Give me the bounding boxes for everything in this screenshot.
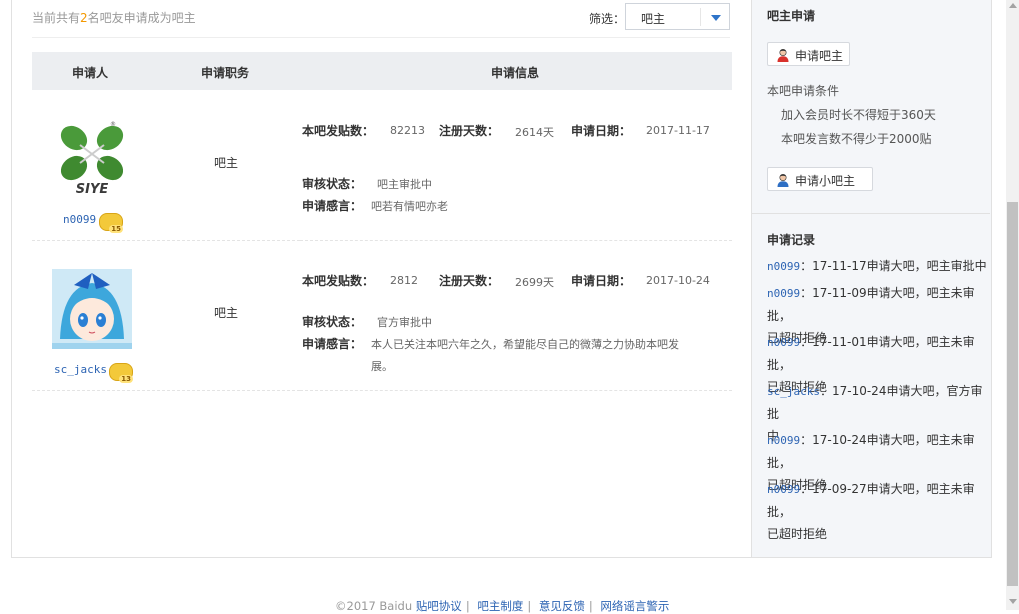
- filter-select[interactable]: 吧主: [625, 3, 730, 30]
- records-title: 申请记录: [767, 233, 816, 247]
- review-status: 吧主审批中: [377, 178, 432, 191]
- applicant-summary: 当前共有2名吧友申请成为吧主: [32, 11, 196, 25]
- svg-text:®: ®: [110, 121, 116, 128]
- apply-date: 2017-11-17: [646, 124, 710, 137]
- record-item: n0099：17-09-27申请大吧，吧主未审批， 已超时拒绝: [767, 482, 975, 541]
- table-row: sc_jacks 13 吧主 本吧发贴数： 2812 注册天数： 2699天 申…: [32, 241, 732, 391]
- copyright: ©2017 Baidu: [335, 599, 413, 613]
- post-count: 82213: [390, 124, 425, 137]
- record-user[interactable]: n0099: [767, 287, 800, 300]
- scroll-up-icon[interactable]: [1009, 3, 1017, 8]
- record-user[interactable]: sc_jacks: [767, 385, 820, 398]
- post-count: 2812: [390, 274, 418, 287]
- apply-words: 本人已关注本吧六年之久，希望能尽自己的微薄之力协助本吧发: [371, 338, 679, 351]
- avatar-sc-jacks[interactable]: [52, 269, 132, 349]
- footer-link-rules[interactable]: 吧主制度: [477, 599, 523, 613]
- review-status: 官方审批中: [377, 316, 432, 329]
- footer-link-agreement[interactable]: 贴吧协议: [416, 599, 462, 613]
- svg-text:SIYE: SIYE: [76, 182, 109, 197]
- chevron-down-icon[interactable]: [711, 15, 721, 21]
- page-scrollbar[interactable]: [1006, 0, 1019, 610]
- header-info: 申请信息: [491, 66, 540, 80]
- apply-owner-button[interactable]: 申请吧主: [767, 42, 850, 66]
- record-user[interactable]: n0099: [767, 434, 800, 447]
- register-days: 2614天: [515, 126, 554, 139]
- record-user[interactable]: n0099: [767, 336, 800, 349]
- apply-date: 2017-10-24: [646, 274, 710, 287]
- filter-label: 筛选：: [589, 12, 626, 26]
- level-badge-icon: 13: [109, 363, 133, 383]
- condition-item: 本吧发言数不得少于2000贴: [781, 132, 932, 146]
- applied-role: 吧主: [214, 306, 239, 320]
- record-user[interactable]: n0099: [767, 260, 800, 273]
- header-role: 申请职务: [201, 66, 250, 80]
- apply-words: 展。: [371, 360, 393, 373]
- applied-role: 吧主: [214, 156, 239, 170]
- apply-title: 吧主申请: [767, 9, 816, 23]
- footer-link-rumor[interactable]: 网络谣言警示: [600, 599, 669, 613]
- applicant-name[interactable]: n0099: [63, 213, 96, 226]
- footer: ©2017 Baidu 贴吧协议 | 吧主制度 | 意见反馈 | 网络谣言警示: [335, 599, 670, 613]
- scroll-down-icon[interactable]: [1009, 599, 1017, 604]
- sidebar-divider: [751, 213, 990, 214]
- record-user[interactable]: n0099: [767, 483, 800, 496]
- person-icon: [777, 173, 789, 187]
- footer-link-feedback[interactable]: 意见反馈: [539, 599, 585, 613]
- table-row: SIYE ® n0099 15 吧主 本吧发贴数： 82213 注册天数： 26…: [32, 90, 732, 241]
- apply-sub-owner-button[interactable]: 申请小吧主: [767, 167, 873, 191]
- record-item: n0099：17-11-17申请大吧，吧主审批中: [767, 259, 987, 273]
- avatar-n0099[interactable]: SIYE ®: [52, 118, 132, 198]
- register-days: 2699天: [515, 276, 554, 289]
- scrollbar-thumb[interactable]: [1007, 202, 1018, 586]
- level-badge-icon: 15: [99, 213, 123, 233]
- condition-item: 加入会员时长不得短于360天: [781, 108, 936, 122]
- apply-words: 吧若有情吧亦老: [371, 200, 448, 213]
- header-applicant: 申请人: [72, 66, 109, 80]
- conditions-title: 本吧申请条件: [767, 84, 840, 98]
- filter-value: 吧主: [641, 12, 666, 26]
- applicant-name[interactable]: sc_jacks: [54, 363, 107, 376]
- divider: [32, 37, 730, 38]
- applicant-count: 2: [80, 11, 88, 25]
- person-icon: [777, 48, 789, 62]
- table-header: 申请人 申请职务 申请信息: [32, 52, 732, 90]
